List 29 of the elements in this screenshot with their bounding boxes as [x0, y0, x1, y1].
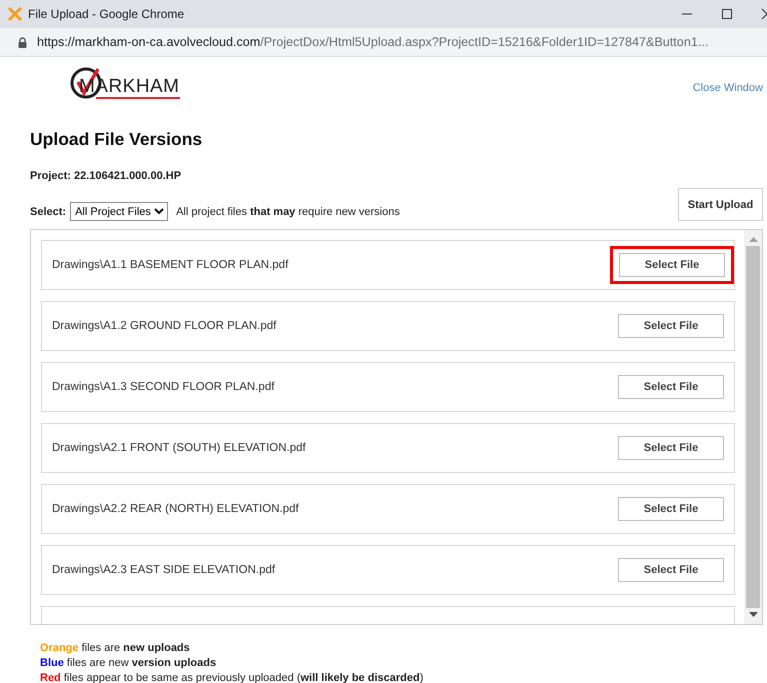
file-name: Drawings\A1.2 GROUND FLOOR PLAN.pdf: [52, 320, 276, 332]
file-name: Drawings\A1.3 SECOND FLOOR PLAN.pdf: [52, 381, 274, 393]
filter-description: All project files that may require new versions: [176, 206, 400, 218]
legend-line: Red files appear to be same as previously uploaded (will likely be discarded): [40, 671, 424, 683]
close-icon[interactable]: [761, 8, 767, 20]
select-file-button[interactable]: Select File: [618, 436, 724, 460]
select-file-button[interactable]: Select File: [618, 497, 724, 521]
legend-line: Blue files are new version uploads: [40, 656, 218, 671]
select-label: Select:: [30, 206, 66, 218]
window-title: File Upload - Google Chrome: [28, 7, 186, 21]
file-name: Drawings\A2.3 EAST SIDE ELEVATION.pdf: [52, 564, 276, 576]
file-name: Drawings\A2.2 REAR (NORTH) ELEVATION.pdf: [52, 503, 299, 515]
start-upload-button[interactable]: Start Upload: [678, 188, 763, 221]
select-file-button[interactable]: Select File: [618, 558, 724, 582]
file-name: Drawings\A2.1 FRONT (SOUTH) ELEVATION.pdf: [52, 442, 306, 454]
lock-icon: [18, 36, 27, 48]
scrollbar[interactable]: [744, 230, 762, 624]
select-file-button[interactable]: Select File: [618, 375, 724, 399]
legend-line: Orange files are new uploads: [40, 641, 191, 656]
app-icon: [8, 7, 22, 21]
file-name: Drawings\A1.1 BASEMENT FLOOR PLAN.pdf: [52, 259, 288, 271]
select-file-button[interactable]: Select File: [619, 253, 725, 277]
select-file-button[interactable]: Select File: [618, 314, 724, 338]
page-title: Upload File Versions: [30, 129, 204, 150]
maximize-icon[interactable]: [721, 8, 733, 20]
project-label: Project: 22.106421.000.00.HP: [30, 170, 182, 182]
file-filter-dropdown[interactable]: All Project Files: [70, 202, 168, 221]
close-window-link[interactable]: Close Window: [692, 82, 763, 94]
scroll-down-icon[interactable]: [748, 612, 758, 618]
